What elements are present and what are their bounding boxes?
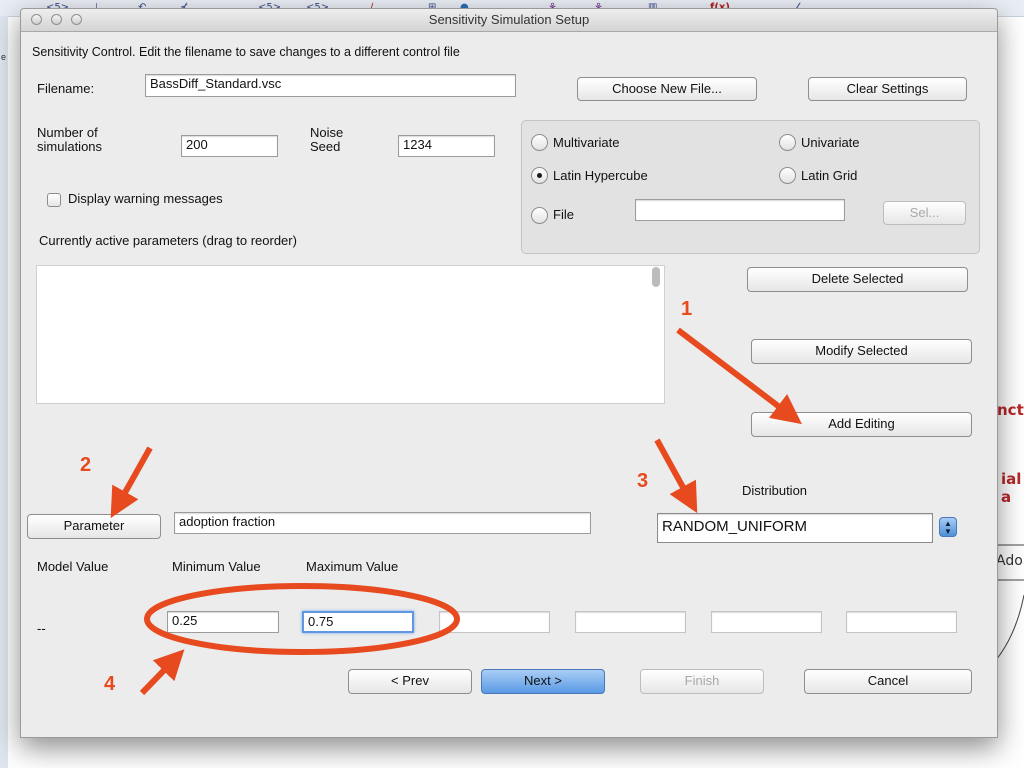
- annotation-circle-min-max: [144, 583, 460, 655]
- annotation-overlay: [110, 327, 802, 696]
- annotation-arrow-4: [139, 649, 185, 696]
- annotation-arrow-2: [110, 446, 153, 519]
- annotation-number-1: 1: [681, 298, 693, 320]
- annotation-number-3: 3: [637, 470, 649, 492]
- annotation-arrow-3: [654, 438, 698, 514]
- annotation-number-2: 2: [80, 454, 92, 476]
- annotation-number-4: 4: [104, 673, 116, 695]
- annotation-arrow-1: [676, 327, 802, 425]
